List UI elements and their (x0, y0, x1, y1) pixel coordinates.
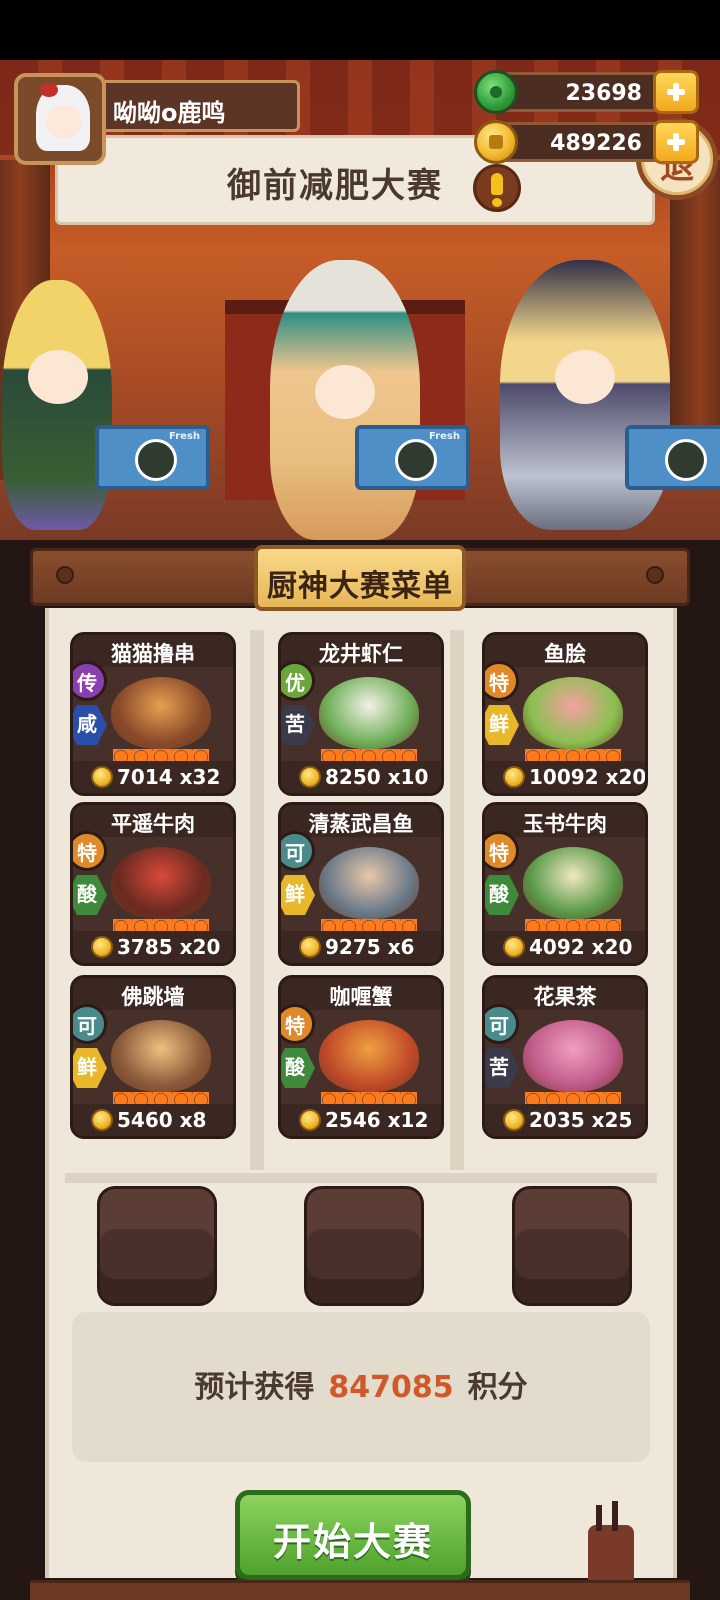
status-bar (0, 0, 720, 60)
crate-label: Fresh (429, 431, 460, 442)
dish-price: 9275 x6 (325, 935, 415, 959)
dish-image (111, 847, 211, 919)
empty-dish-slot[interactable] (97, 1186, 217, 1306)
ingredient-crate: Fresh (355, 425, 470, 490)
dish-flavor-badge: 酸 (73, 875, 107, 915)
add-jade-button[interactable] (653, 70, 699, 114)
rail-knob (646, 566, 664, 584)
estimate-suffix: 积分 (467, 1370, 528, 1405)
coin-icon (91, 936, 113, 958)
dish-price: 2546 x12 (325, 1108, 429, 1132)
menu-title-plate: 厨神大赛菜单 (254, 545, 466, 611)
jade-icon (474, 70, 518, 114)
dish-price: 10092 x20 (529, 765, 647, 789)
estimate-panel: 预计获得 847085 积分 (72, 1312, 650, 1462)
dish-flavor-badge: 鲜 (73, 1048, 107, 1088)
dish-price: 7014 x32 (117, 765, 221, 789)
player-name: 呦呦o鹿鸣 (113, 99, 226, 127)
dish-image (319, 677, 419, 749)
dish-flavor-badge: 苦 (485, 1048, 519, 1088)
dish-card[interactable]: 龙井虾仁 8250 x10 优苦 (278, 632, 444, 796)
player-name-plate: 呦呦o鹿鸣 (96, 80, 300, 132)
dish-grade-badge: 特 (485, 661, 519, 701)
estimate-prefix: 预计获得 (194, 1370, 315, 1405)
dish-flavor-badge: 酸 (485, 875, 519, 915)
bottom-rail (30, 1580, 690, 1600)
estimate-value: 847085 (328, 1370, 454, 1405)
dish-image (111, 677, 211, 749)
dish-image (319, 847, 419, 919)
dish-image (319, 1020, 419, 1092)
dish-grade-badge: 可 (485, 1004, 519, 1044)
dish-price: 8250 x10 (325, 765, 429, 789)
column-divider (250, 630, 264, 1170)
dish-flavor-badge: 咸 (73, 705, 107, 745)
dish-grade-badge: 传 (73, 661, 107, 701)
row-divider (65, 1173, 657, 1183)
dish-grade-badge: 可 (73, 1004, 107, 1044)
event-title: 御前减肥大赛 (227, 166, 443, 206)
ingredient-crate (625, 425, 720, 490)
coin-icon (299, 766, 321, 788)
coin-icon (474, 120, 518, 164)
coin-icon (503, 766, 525, 788)
menu-title: 厨神大赛菜单 (267, 569, 453, 604)
coin-icon (299, 1109, 321, 1131)
dish-card[interactable]: 玉书牛肉 4092 x20 特酸 (482, 802, 648, 966)
dish-grade-badge: 可 (281, 831, 315, 871)
dish-grade-badge: 特 (281, 1004, 315, 1044)
dish-grade-badge: 特 (73, 831, 107, 871)
empty-dish-slot[interactable] (512, 1186, 632, 1306)
dish-card[interactable]: 平遥牛肉 3785 x20 特酸 (70, 802, 236, 966)
rail-knob (56, 566, 74, 584)
dish-card[interactable]: 猫猫撸串 7014 x32 传咸 (70, 632, 236, 796)
dish-card[interactable]: 鱼脍 10092 x20 特鲜 (482, 632, 648, 796)
decor-utensil-pot (588, 1501, 634, 1585)
player-avatar[interactable] (14, 73, 106, 165)
jade-amount: 23698 (565, 81, 642, 106)
dish-card[interactable]: 花果茶 2035 x25 可苦 (482, 975, 648, 1139)
dish-flavor-badge: 鲜 (485, 705, 519, 745)
jade-counter: 23698 (495, 72, 665, 112)
dish-card[interactable]: 清蒸武昌鱼 9275 x6 可鲜 (278, 802, 444, 966)
crate-label: Fresh (169, 431, 200, 442)
exclamation-info-icon[interactable] (473, 164, 521, 212)
ingredient-crate: Fresh (95, 425, 210, 490)
coin-icon (91, 766, 113, 788)
start-contest-label: 开始大赛 (272, 1520, 433, 1564)
coin-icon (91, 1109, 113, 1131)
dish-flavor-badge: 苦 (281, 705, 315, 745)
coin-icon (503, 936, 525, 958)
add-coins-button[interactable] (653, 120, 699, 164)
empty-dish-slot[interactable] (304, 1186, 424, 1306)
dish-image (523, 847, 623, 919)
dish-grade-badge: 优 (281, 661, 315, 701)
dish-image (111, 1020, 211, 1092)
dish-card[interactable]: 咖喱蟹 2546 x12 特酸 (278, 975, 444, 1139)
dish-price: 2035 x25 (529, 1108, 633, 1132)
chef-character-left[interactable] (2, 280, 112, 530)
judge-character[interactable] (270, 260, 420, 540)
dish-image (523, 1020, 623, 1092)
dish-price: 4092 x20 (529, 935, 633, 959)
coin-icon (299, 936, 321, 958)
dish-flavor-badge: 酸 (281, 1048, 315, 1088)
dish-price: 3785 x20 (117, 935, 221, 959)
coin-amount: 489226 (550, 131, 642, 156)
dish-image (523, 677, 623, 749)
coin-icon (503, 1109, 525, 1131)
dish-grade-badge: 特 (485, 831, 519, 871)
start-contest-button[interactable]: 开始大赛 (235, 1490, 471, 1580)
dish-price: 5460 x8 (117, 1108, 207, 1132)
coin-counter: 489226 (495, 122, 665, 162)
estimate-line: 预计获得 847085 积分 (72, 1362, 650, 1406)
dish-card[interactable]: 佛跳墙 5460 x8 可鲜 (70, 975, 236, 1139)
column-divider (450, 630, 464, 1170)
dish-flavor-badge: 鲜 (281, 875, 315, 915)
